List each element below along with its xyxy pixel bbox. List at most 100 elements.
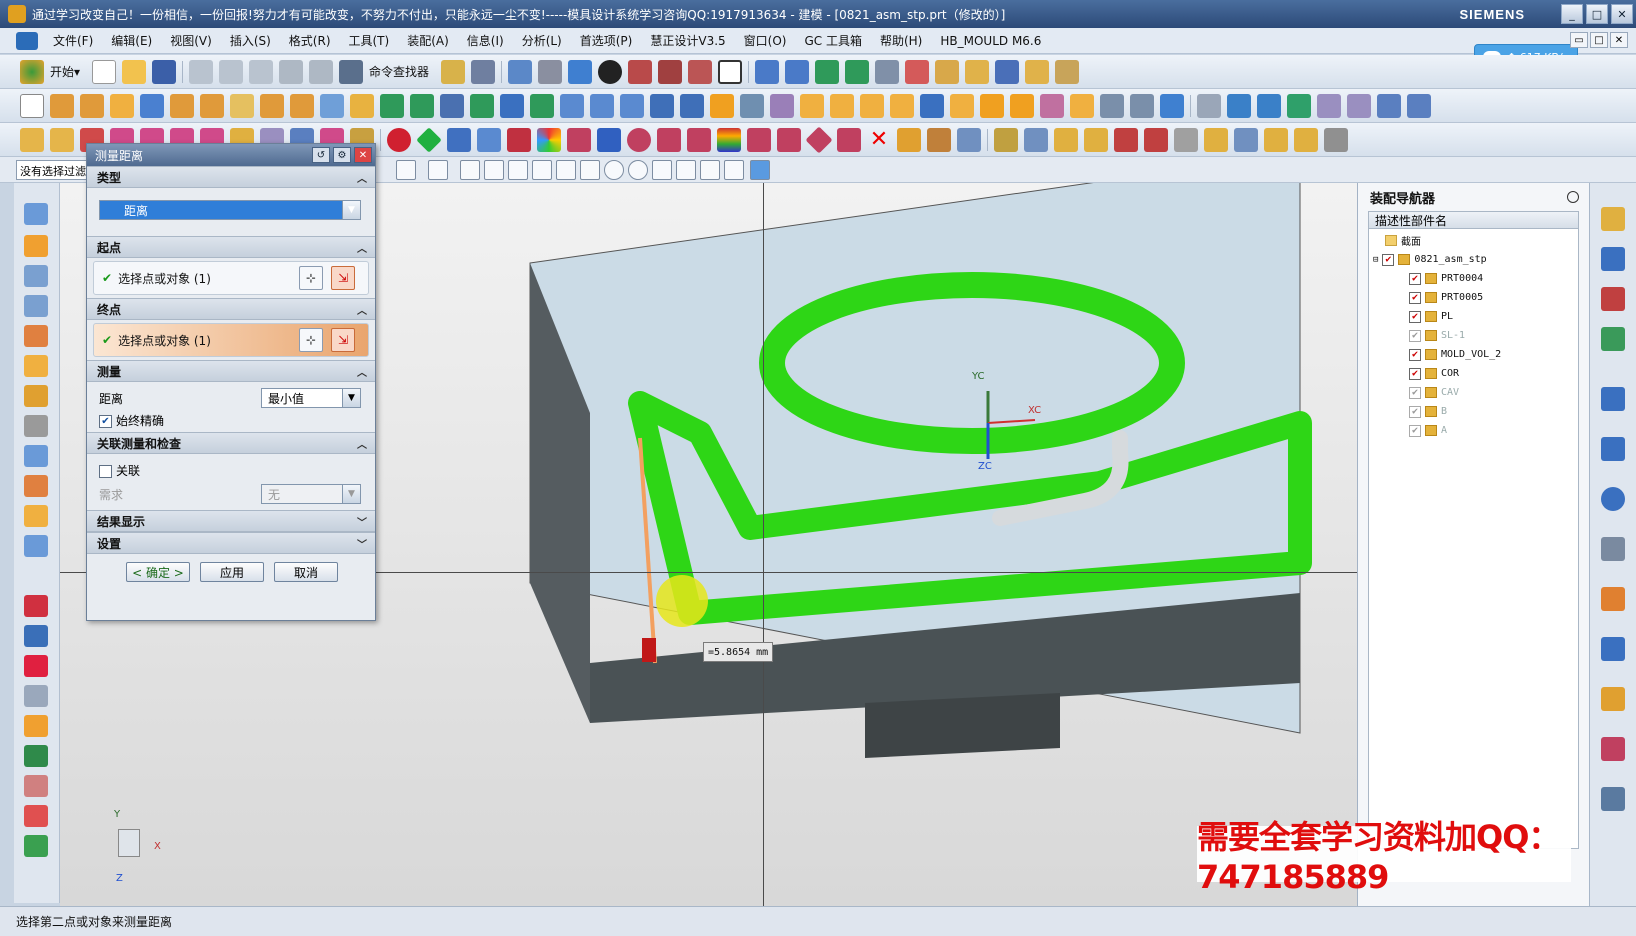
snap-quadrant-icon[interactable] xyxy=(628,160,648,180)
visibility-checkbox[interactable]: ✔ xyxy=(1409,424,1421,437)
analysis-9-icon[interactable] xyxy=(24,835,48,857)
menu-preferences[interactable]: 首选项(P) xyxy=(571,32,642,49)
point-dialog-button[interactable]: ⊹ xyxy=(299,328,323,352)
box-icon[interactable] xyxy=(447,127,471,152)
assembly-navigator-icon[interactable] xyxy=(1601,247,1625,271)
sew-icon[interactable] xyxy=(740,93,764,118)
pan-icon[interactable] xyxy=(995,59,1020,84)
point-picker-icon[interactable]: ⇲ xyxy=(331,328,355,352)
surface-8-icon[interactable] xyxy=(24,415,48,437)
replace-face-icon[interactable] xyxy=(800,93,824,118)
hb-tool-11-icon[interactable] xyxy=(1294,127,1318,152)
hb-tool-3-icon[interactable] xyxy=(1054,127,1078,152)
menu-assembly[interactable]: 装配(A) xyxy=(398,32,458,49)
mold-init-icon[interactable] xyxy=(20,127,44,152)
split-body-icon[interactable] xyxy=(500,93,524,118)
process-studio-icon[interactable] xyxy=(1601,587,1625,611)
apply-button[interactable]: 应用 xyxy=(200,562,264,582)
pocket-icon[interactable] xyxy=(230,93,254,118)
section-start[interactable]: 起点 ︿ xyxy=(87,236,375,258)
always-accurate-checkbox[interactable]: ✔ xyxy=(99,415,112,428)
snap-cube-icon[interactable] xyxy=(750,160,770,180)
hb-tool-7-icon[interactable] xyxy=(1174,127,1198,152)
menu-analysis[interactable]: 分析(L) xyxy=(513,32,571,49)
rotate-icon[interactable] xyxy=(805,125,833,154)
menu-tools[interactable]: 工具(T) xyxy=(340,32,399,49)
face-blend-icon[interactable] xyxy=(620,93,644,118)
navigator-column-header[interactable]: 描述性部件名 xyxy=(1368,211,1579,229)
heart-icon[interactable] xyxy=(24,655,48,677)
extend-sheet-icon[interactable] xyxy=(1100,93,1124,118)
surface-5-icon[interactable] xyxy=(24,325,48,347)
orient-view-icon[interactable] xyxy=(538,59,563,84)
highlight-icon[interactable] xyxy=(935,59,960,84)
snap-box-icon[interactable] xyxy=(428,160,448,180)
open-folder-icon[interactable] xyxy=(122,59,147,84)
analysis-2-icon[interactable] xyxy=(24,625,48,647)
plus-box-icon[interactable] xyxy=(687,127,711,152)
visibility-checkbox[interactable]: ✔ xyxy=(1409,405,1421,418)
angle-icon[interactable] xyxy=(777,127,801,152)
mdi-restore-button[interactable]: ▭ xyxy=(1570,32,1588,48)
tree-item-pl[interactable]: ✔ PL xyxy=(1409,307,1453,326)
surface-9-icon[interactable] xyxy=(24,445,48,467)
wcs-display-icon[interactable] xyxy=(875,59,900,84)
delete-face-icon[interactable] xyxy=(860,93,884,118)
copy-icon[interactable] xyxy=(219,59,244,84)
snap-select-icon[interactable] xyxy=(396,160,416,180)
collapse-icon[interactable]: ⊟ xyxy=(1373,255,1378,265)
mold-tool-4-icon[interactable] xyxy=(1287,93,1311,118)
resize-face-icon[interactable] xyxy=(890,93,914,118)
sketch-icon[interactable] xyxy=(20,93,44,118)
analysis-icon[interactable] xyxy=(471,59,496,84)
analysis-8-icon[interactable] xyxy=(24,805,48,827)
snap-existing-point-icon[interactable] xyxy=(652,160,672,180)
manufacturing-wizard-icon[interactable] xyxy=(1601,637,1625,661)
menu-help[interactable]: 帮助(H) xyxy=(871,32,931,49)
mold-tool-7-icon[interactable] xyxy=(1377,93,1401,118)
analysis-5-icon[interactable] xyxy=(24,715,48,737)
datum-icon[interactable] xyxy=(1160,93,1184,118)
surface-7-icon[interactable] xyxy=(24,385,48,407)
surface-12-icon[interactable] xyxy=(24,535,48,557)
save-icon[interactable] xyxy=(152,59,177,84)
draft-icon[interactable] xyxy=(1055,59,1080,84)
settings-gear-icon[interactable]: ⚙ xyxy=(333,147,351,163)
snap-midpoint-icon[interactable] xyxy=(532,160,552,180)
hb-tool-8-icon[interactable] xyxy=(1204,127,1228,152)
section-settings[interactable]: 设置 ﹀ xyxy=(87,532,375,554)
surface-4-icon[interactable] xyxy=(24,295,48,317)
menu-edit[interactable]: 编辑(E) xyxy=(102,32,161,49)
print-icon[interactable] xyxy=(1601,787,1625,811)
reset-icon[interactable]: ↺ xyxy=(312,147,330,163)
section-type[interactable]: 类型 ︿ xyxy=(87,166,375,188)
surface-1-icon[interactable] xyxy=(24,203,48,225)
move-face-icon[interactable] xyxy=(830,93,854,118)
mold-tool-1-icon[interactable] xyxy=(1197,93,1221,118)
chamfer-icon[interactable] xyxy=(350,93,374,118)
mdi-close-button[interactable]: ✕ xyxy=(1610,32,1628,48)
section-view-icon[interactable] xyxy=(628,59,653,84)
hatch-icon[interactable] xyxy=(657,127,681,152)
grid-icon[interactable] xyxy=(477,127,501,152)
color-grid-icon[interactable] xyxy=(537,127,561,152)
visibility-checkbox[interactable]: ✔ xyxy=(1409,310,1421,323)
hb-tool-6-icon[interactable] xyxy=(1144,127,1168,152)
maximize-button[interactable]: □ xyxy=(1586,4,1608,24)
constraint-navigator-icon[interactable] xyxy=(1601,287,1625,311)
block-icon[interactable] xyxy=(110,93,134,118)
wcs-orient-icon[interactable] xyxy=(755,59,780,84)
menu-insert[interactable]: 插入(S) xyxy=(221,32,280,49)
snap-on-curve-icon[interactable] xyxy=(676,160,696,180)
new-file-icon[interactable] xyxy=(92,59,117,84)
mold-tool-8-icon[interactable] xyxy=(1407,93,1431,118)
patch-icon[interactable] xyxy=(770,93,794,118)
blend-icon[interactable] xyxy=(560,93,584,118)
menu-file[interactable]: 文件(F) xyxy=(44,32,102,49)
line-icon[interactable] xyxy=(597,127,621,152)
point-dialog-button[interactable]: ⊹ xyxy=(299,266,323,290)
ruler-icon[interactable] xyxy=(1025,59,1050,84)
type-dropdown[interactable]: 距离 ▼ xyxy=(99,200,361,220)
layer-settings-icon[interactable] xyxy=(845,59,870,84)
link-body-icon[interactable] xyxy=(1010,93,1034,118)
